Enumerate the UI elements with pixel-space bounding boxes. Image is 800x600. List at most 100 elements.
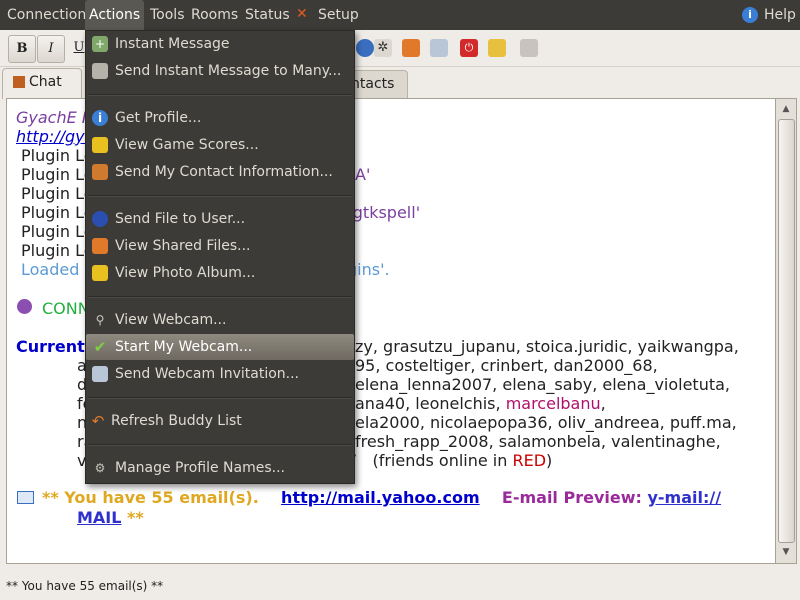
close-paren: ) (546, 451, 553, 470)
menu-item-label: View Shared Files... (115, 238, 251, 254)
friends-text: ana40, leonelchis, (355, 394, 501, 413)
email-suffix: ** (127, 508, 144, 527)
red-friend-suffix: , (600, 394, 606, 413)
send-many-icon (92, 63, 108, 79)
profiles-icon: ⚙ (94, 461, 106, 475)
italic-button[interactable]: I (37, 35, 65, 63)
chat-link[interactable]: http://gya (16, 127, 94, 146)
info-icon: i (92, 110, 108, 126)
menu-item-photo-album[interactable]: View Photo Album... (86, 260, 354, 286)
contact-info-icon (92, 164, 108, 180)
menu-item-label: Start My Webcam... (115, 339, 253, 355)
friends-line: ela2000, nicolaepopa36, oliv_andreea, pu… (355, 413, 737, 432)
plugin-tail: -gtkspell' (347, 203, 421, 222)
instant-message-icon: + (92, 36, 108, 52)
current-label: Current (16, 337, 85, 356)
menu-help[interactable]: Help (760, 0, 800, 30)
menu-actions[interactable]: Actions (85, 0, 145, 30)
friends-line: fresh_rapp_2008, salamonbela, valentinag… (355, 432, 721, 451)
menu-item-label: View Game Scores... (115, 137, 259, 153)
chat-icon (13, 76, 25, 88)
tab-contacts-label: ntacts (351, 76, 395, 92)
email-prefix: ** You have 55 email(s). (42, 488, 259, 507)
connected-line: CONN (42, 299, 90, 318)
status-bar: ** You have 55 email(s) ** (6, 579, 164, 593)
red-word: RED (512, 451, 547, 470)
email-preview-label: E-mail Preview: (501, 488, 642, 507)
menu-item-send-contact-info[interactable]: Send My Contact Information... (86, 159, 354, 185)
menu-item-label: View Photo Album... (115, 265, 256, 281)
tab-chat-label: Chat (29, 74, 62, 90)
bold-button[interactable]: B (8, 35, 36, 63)
email-link[interactable]: http://mail.yahoo.com (281, 488, 480, 507)
menu-setup[interactable]: Setup (314, 0, 363, 30)
menu-status[interactable]: Status (241, 0, 294, 30)
menu-item-label: Send My Contact Information... (115, 164, 333, 180)
menu-item-shared-files[interactable]: View Shared Files... (86, 233, 354, 259)
menu-item-label: Send Instant Message to Many... (115, 63, 342, 79)
plugin-line: Plugin Lo (21, 184, 94, 203)
loaded-line: Loaded (21, 260, 80, 279)
menu-item-game-scores[interactable]: View Game Scores... (86, 132, 354, 158)
scroll-up-icon[interactable]: ▲ (776, 100, 796, 118)
menu-bar: Connection Actions Tools Rooms Status ✕ … (0, 0, 800, 30)
webcam-tool-icon[interactable]: ✲ (374, 39, 392, 57)
menu-item-label: Refresh Buddy List (111, 413, 242, 429)
photo-album-icon (92, 265, 108, 281)
email-preview-link[interactable]: y-mail:// (647, 488, 721, 507)
menu-separator (88, 397, 352, 399)
plugin-tail: A' (355, 165, 371, 184)
menu-item-label: Send Webcam Invitation... (115, 366, 300, 382)
broom-icon[interactable] (488, 39, 506, 57)
email-preview-link-2[interactable]: MAIL (77, 508, 121, 527)
menu-item-label: Instant Message (115, 36, 230, 52)
menu-item-send-file[interactable]: Send File to User... (86, 206, 354, 232)
send-file-icon (92, 211, 108, 227)
red-friend: marcelbanu (505, 394, 601, 413)
shared-files-icon (92, 238, 108, 254)
mail-icon (17, 491, 34, 504)
menu-item-label: Get Profile... (115, 110, 202, 126)
menu-connection[interactable]: Connection (3, 0, 90, 30)
chat-title: GyachE I (16, 108, 87, 127)
scroll-thumb[interactable] (778, 119, 795, 543)
menu-item-instant-message[interactable]: + Instant Message (86, 31, 354, 57)
menu-item-label: Manage Profile Names... (115, 460, 285, 476)
power-icon[interactable]: ⏻ (460, 39, 478, 57)
transfer-icon[interactable] (430, 39, 448, 57)
menu-separator (88, 444, 352, 446)
menu-item-manage-profile-names[interactable]: ⚙ Manage Profile Names... (86, 455, 354, 481)
actions-menu: + Instant Message Send Instant Message t… (85, 30, 355, 484)
friends-online-text: (friends online in (372, 451, 508, 470)
plugin-line: Plugin Lo (21, 222, 94, 241)
email-line: ** You have 55 email(s). http://mail.yah… (42, 488, 721, 507)
plugin-line: Plugin Lo (21, 241, 94, 260)
friends-line: zy, grasutzu_jupanu, stoica.juridic, yai… (355, 337, 739, 356)
menu-item-view-webcam[interactable]: ⚲ View Webcam... (86, 307, 354, 333)
menu-item-get-profile[interactable]: i Get Profile... (86, 105, 354, 131)
check-icon: ✔ (93, 338, 107, 356)
tab-chat[interactable]: Chat (2, 68, 82, 99)
gears-icon[interactable] (520, 39, 538, 57)
menu-item-start-webcam[interactable]: ✔ Start My Webcam... (86, 334, 354, 360)
help-icon: i (742, 7, 758, 23)
refresh-icon: ↶ (91, 412, 105, 430)
game-scores-icon (92, 137, 108, 153)
plugin-line: Plugin Lo (21, 203, 94, 222)
menu-tools[interactable]: Tools (146, 0, 189, 30)
menu-rooms[interactable]: Rooms (187, 0, 242, 30)
globe-icon[interactable] (356, 39, 374, 57)
email-line-2: MAIL ** (77, 508, 144, 527)
folder-icon[interactable] (402, 39, 420, 57)
menu-separator (88, 195, 352, 197)
invitation-icon (92, 366, 108, 382)
menu-item-label: View Webcam... (115, 312, 227, 328)
menu-item-send-many[interactable]: Send Instant Message to Many... (86, 58, 354, 84)
plugin-line: Plugin Lo (21, 146, 94, 165)
menu-separator (88, 296, 352, 298)
menu-separator (88, 94, 352, 96)
scroll-down-icon[interactable]: ▼ (776, 543, 796, 561)
menu-item-webcam-invitation[interactable]: Send Webcam Invitation... (86, 361, 354, 387)
chat-scrollbar[interactable]: ▲ ▼ (775, 98, 797, 564)
menu-item-refresh-buddy-list[interactable]: ↶ Refresh Buddy List (86, 408, 354, 434)
